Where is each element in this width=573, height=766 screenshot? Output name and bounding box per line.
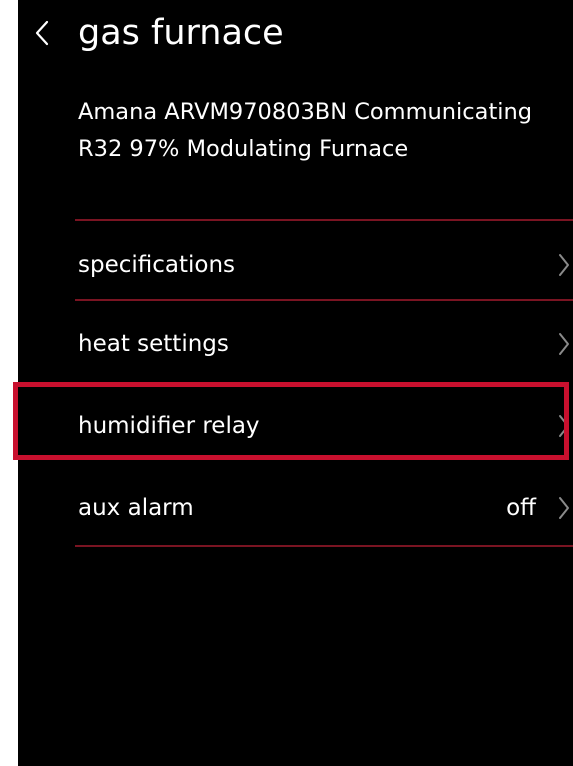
chevron-right-icon [559,333,569,355]
menu-item-label: specifications [78,252,236,278]
menu-item-label: heat settings [78,331,229,357]
divider [75,299,573,301]
chevron-left-icon[interactable] [32,18,52,48]
device-name: Amana ARVM970803BN Communicating R32 97%… [78,99,533,162]
chevron-right-icon [559,254,569,276]
menu-item-heat-settings[interactable]: heat settings [18,311,573,377]
menu-item-label: aux alarm [78,495,194,521]
page-title: gas furnace [78,13,284,53]
chevron-right-icon [559,415,569,437]
thermostat-screen: gas furnace Amana ARVM970803BN Communica… [18,0,573,766]
divider [75,219,573,221]
menu-item-label: humidifier relay [78,413,260,439]
chevron-right-icon [559,497,569,519]
menu-item-aux-alarm[interactable]: aux alarm off [18,475,573,541]
divider [75,545,573,547]
menu-item-humidifier-relay[interactable]: humidifier relay [18,393,573,459]
menu-item-specifications[interactable]: specifications [18,232,573,298]
menu-item-value: off [506,495,536,521]
